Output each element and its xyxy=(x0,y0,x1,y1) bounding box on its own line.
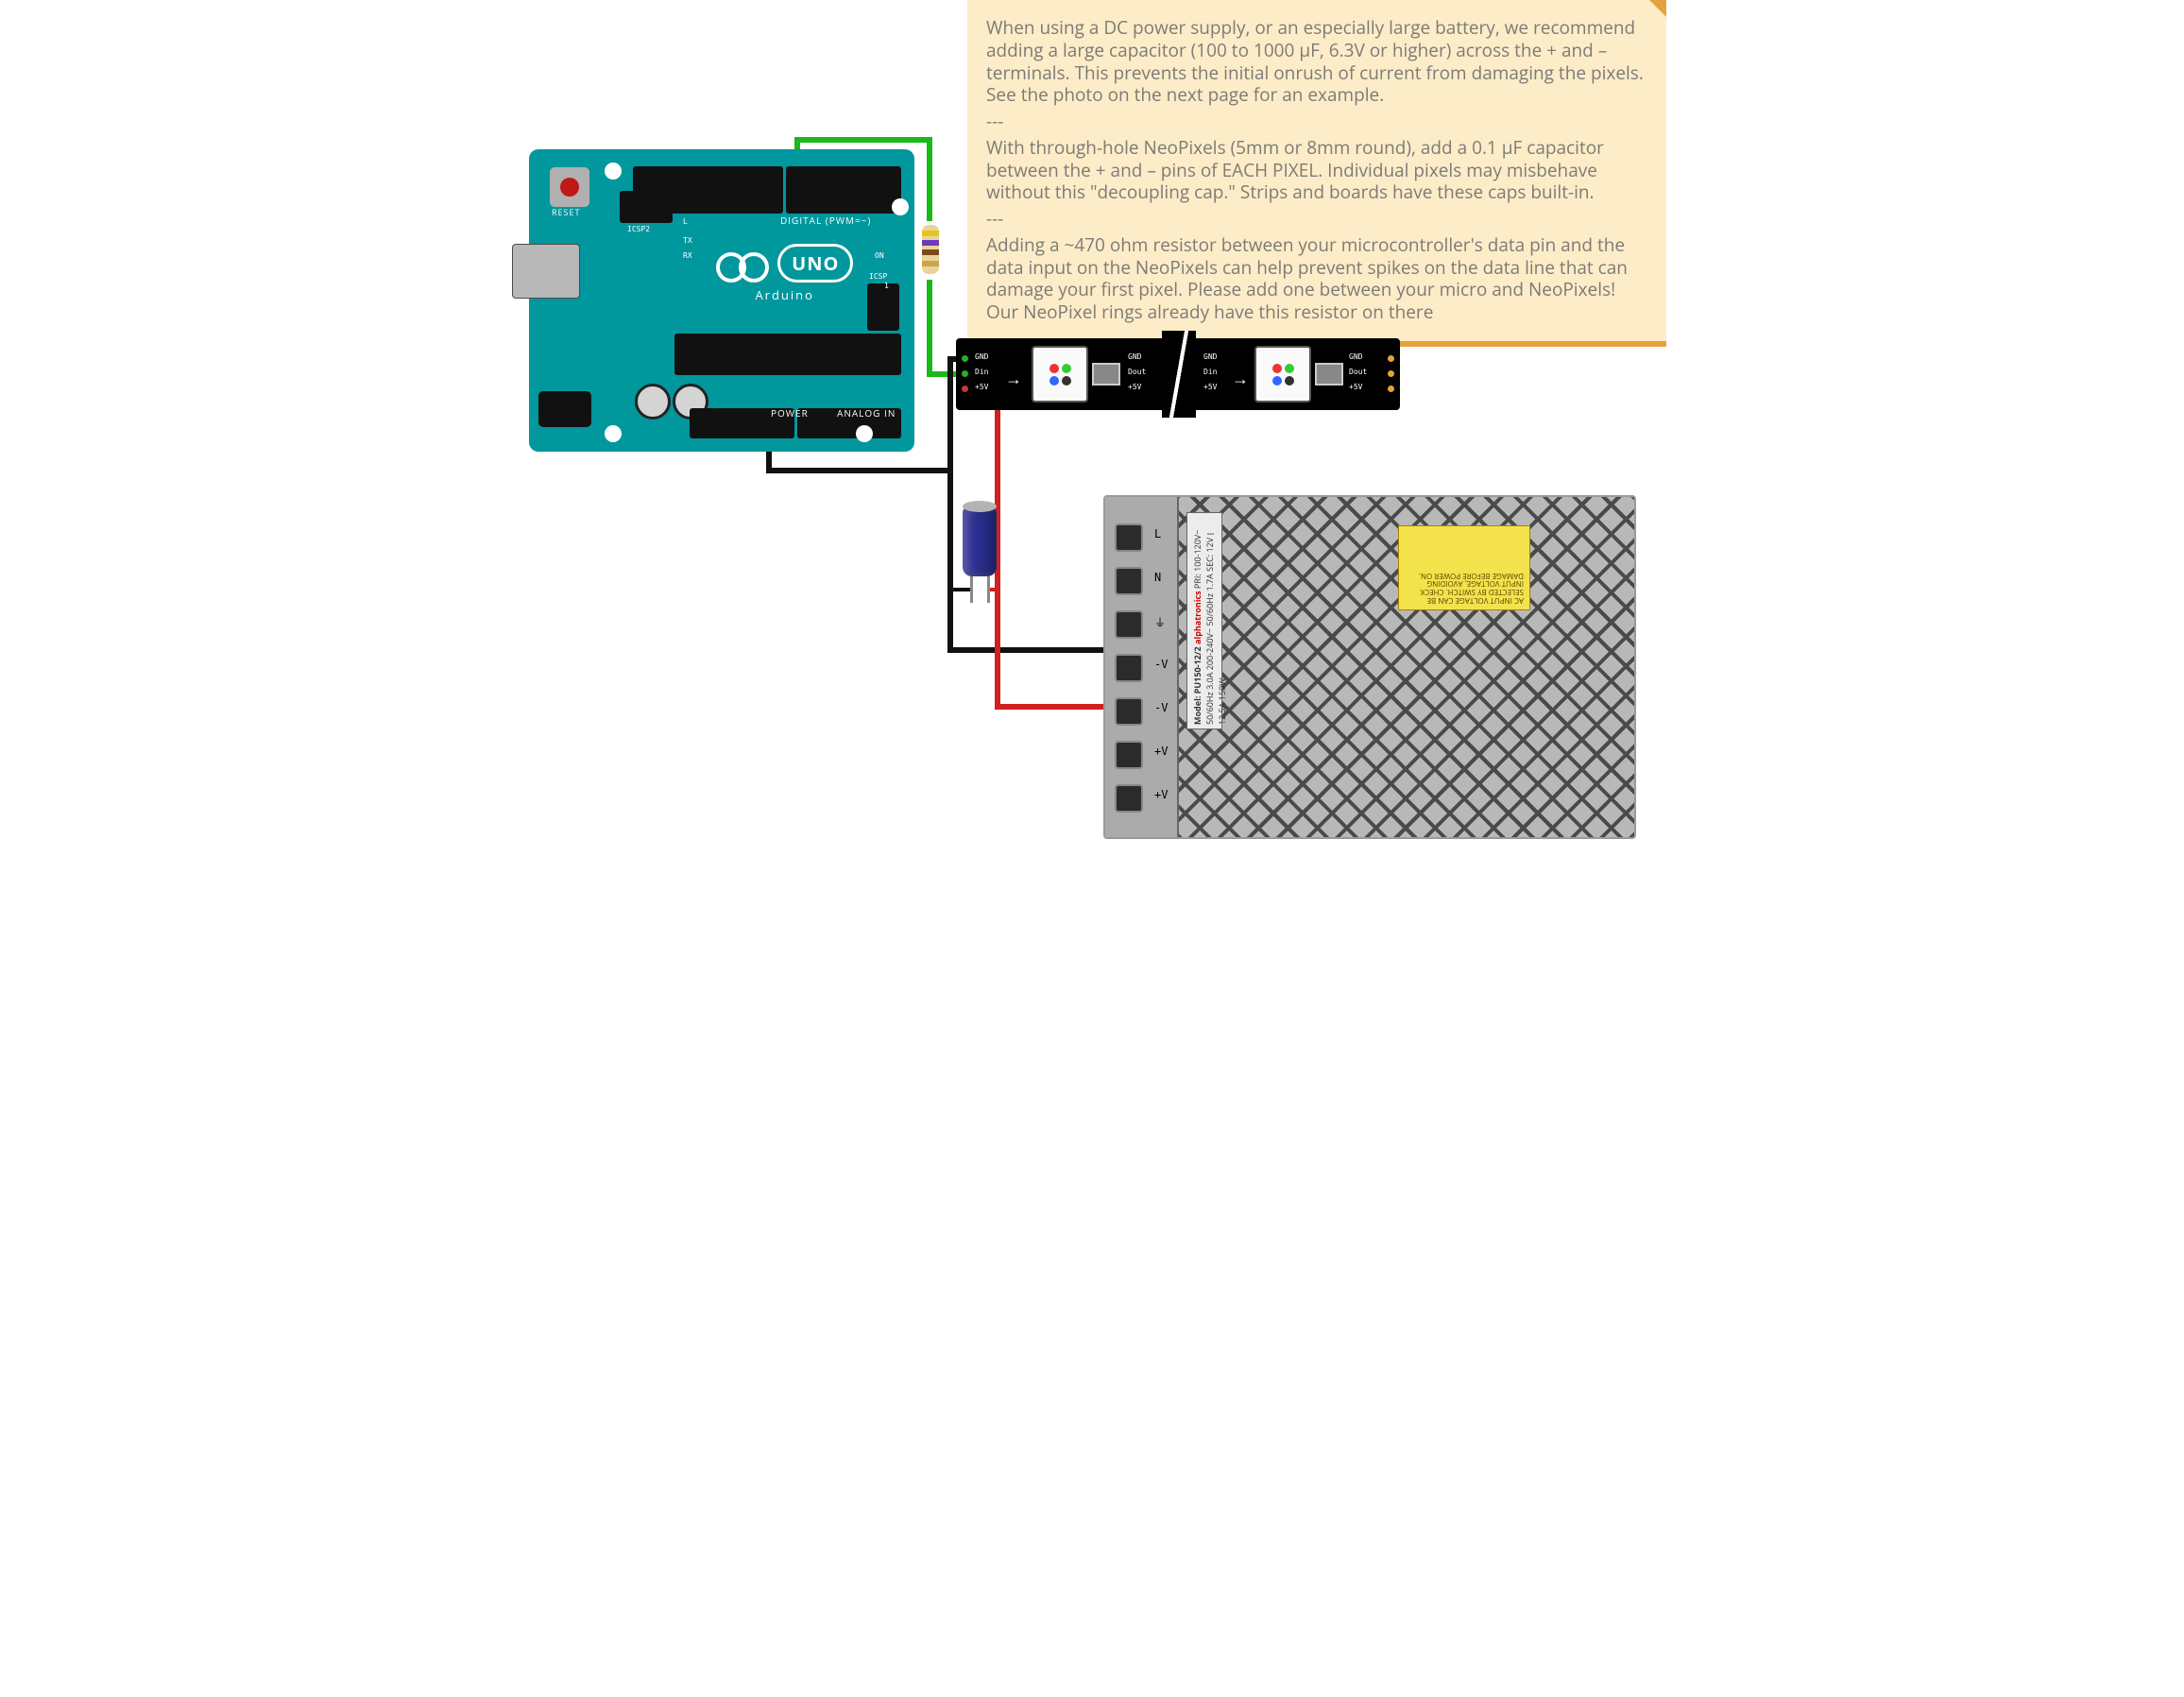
arduino-logo: UNO Arduino xyxy=(716,244,853,303)
terminal-minus-v[interactable] xyxy=(1115,697,1143,726)
resistor-band xyxy=(922,261,939,266)
neopixel-led xyxy=(1032,346,1088,403)
pad-din xyxy=(962,370,968,377)
flow-arrow-icon: → xyxy=(1005,368,1022,390)
analog-header-label: ANALOG IN xyxy=(837,406,896,420)
smd-cap xyxy=(1315,363,1343,386)
icsp2-label: ICSP2 xyxy=(627,225,650,233)
dc-power-supply: L N ⏚ -V -V +V +V Model: PU150-12/2 alph… xyxy=(1103,495,1636,839)
din-label: Din xyxy=(1203,368,1217,376)
power-header-label: POWER xyxy=(771,406,809,420)
neopixel-strip: GND Din +5V → GND Dout +5V GND Din +5V →… xyxy=(956,338,1400,410)
terminal-n[interactable] xyxy=(1115,567,1143,595)
pad-gnd-in xyxy=(962,355,968,362)
best-practice-note: When using a DC power supply, or an espe… xyxy=(967,0,1666,347)
note-paragraph-3: Adding a ~470 ohm resistor between your … xyxy=(986,234,1647,324)
resistor-band xyxy=(922,240,939,246)
bulk-capacitor xyxy=(963,501,997,603)
terminal-plus-v[interactable] xyxy=(1115,741,1143,769)
5v-in-label: +5V xyxy=(975,383,988,391)
dc-barrel-jack xyxy=(538,391,591,427)
reset-label: RESET xyxy=(552,206,580,218)
terminal-minus-v[interactable] xyxy=(1115,654,1143,682)
terminal-label: +V xyxy=(1154,788,1168,801)
note-separator: --- xyxy=(986,111,1647,133)
capacitor-top xyxy=(963,501,997,512)
infinity-icon xyxy=(716,252,769,283)
reset-button[interactable] xyxy=(550,167,589,207)
psu-brand: alphatronics xyxy=(1191,591,1203,644)
pad-5v-out xyxy=(1388,386,1394,392)
digital-pin-header xyxy=(633,166,901,214)
data-line-resistor xyxy=(918,221,943,280)
pad-5v-in xyxy=(962,386,968,392)
on-label: ON xyxy=(875,251,884,260)
board-model: UNO xyxy=(777,244,853,283)
mounting-hole xyxy=(605,163,622,180)
psu-warning-sticker: AC INPUT VOLTAGE CAN BE SELECTED BY SWIT… xyxy=(1398,525,1530,610)
note-paragraph-2: With through-hole NeoPixels (5mm or 8mm … xyxy=(986,137,1647,204)
dout-label: Dout xyxy=(1349,368,1367,376)
terminal-l[interactable] xyxy=(1115,523,1143,552)
note-paragraph-1: When using a DC power supply, or an espe… xyxy=(986,17,1647,107)
rx-label: RX xyxy=(683,251,692,260)
mounting-hole xyxy=(605,425,622,442)
psu-model-sticker: Model: PU150-12/2 alphatronics PRI: 100-… xyxy=(1186,512,1222,729)
l-label: L xyxy=(683,217,688,226)
terminal-label: N xyxy=(1154,571,1161,584)
din-label: Din xyxy=(975,368,988,376)
flow-arrow-icon: → xyxy=(1232,368,1249,390)
psu-terminal-block: L N ⏚ -V -V +V +V xyxy=(1105,497,1179,837)
terminal-label: -V xyxy=(1154,658,1168,671)
pad-dout xyxy=(1388,370,1394,377)
5v-out-label: +5V xyxy=(1349,383,1362,391)
gnd-in-label: GND xyxy=(1203,352,1217,361)
terminal-plus-v[interactable] xyxy=(1115,784,1143,813)
gnd-out-label: GND xyxy=(1128,352,1141,361)
mounting-hole xyxy=(856,425,873,442)
terminal-label: ⏚ xyxy=(1154,614,1166,630)
mounting-hole xyxy=(892,198,909,215)
terminal-label: +V xyxy=(1154,745,1168,758)
dout-label: Dout xyxy=(1128,368,1146,376)
5v-out-label: +5V xyxy=(1128,383,1141,391)
terminal-label: -V xyxy=(1154,701,1168,714)
resistor-band xyxy=(922,231,939,236)
capacitor-body xyxy=(963,506,997,576)
terminal-earth[interactable] xyxy=(1115,610,1143,639)
5v-in-label: +5V xyxy=(1203,383,1217,391)
atmega-chip xyxy=(674,334,901,375)
wire-red-5v xyxy=(982,391,1122,707)
icsp-label: ICSP xyxy=(869,272,887,281)
arduino-uno-board: RESET ICSP2 ICSP 1 DIGITAL (PWM=~) TX RX… xyxy=(529,149,914,452)
note-separator: --- xyxy=(986,208,1647,231)
psu-model: Model: PU150-12/2 xyxy=(1191,646,1203,725)
resistor-body xyxy=(922,225,939,274)
pad-gnd-out xyxy=(1388,355,1394,362)
smd-cap xyxy=(1092,363,1120,386)
icsp-header xyxy=(867,283,899,331)
digital-header-label: DIGITAL (PWM=~) xyxy=(780,214,871,227)
icsp-pin1: 1 xyxy=(884,282,889,290)
resistor-band xyxy=(922,249,939,255)
neopixel-led xyxy=(1254,346,1311,403)
tx-label: TX xyxy=(683,236,692,245)
strip-cut-break xyxy=(1162,331,1196,418)
gnd-out-label: GND xyxy=(1349,352,1362,361)
capacitor-leads xyxy=(963,576,997,603)
gnd-in-label: GND xyxy=(975,352,988,361)
board-brand: Arduino xyxy=(716,286,853,303)
usb-port xyxy=(512,244,580,299)
terminal-label: L xyxy=(1154,527,1161,540)
